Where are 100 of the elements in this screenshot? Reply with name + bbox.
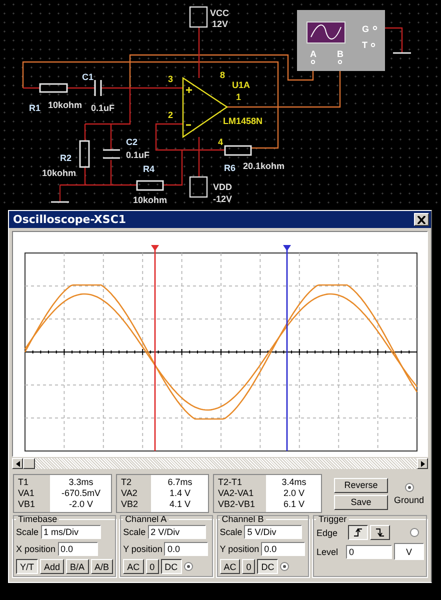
window-title: Oscilloscope-XSC1 (13, 213, 126, 226)
supply-value: 12V (212, 19, 228, 29)
component-label: C2 (126, 137, 138, 147)
scrollbar-thumb[interactable] (23, 458, 35, 469)
terminal-label: G (362, 24, 370, 34)
terminal-label: T (362, 40, 368, 50)
component-label: R4 (143, 164, 155, 174)
input-field[interactable]: 1 ms/Div (40, 525, 101, 539)
mode-button[interactable]: Y/T (16, 559, 38, 574)
field-label: Y position (123, 544, 162, 554)
component-value: 10kohm (42, 168, 76, 178)
close-icon (417, 216, 426, 224)
readout-value: 2.0 V (283, 488, 304, 499)
edge-button[interactable] (348, 525, 368, 540)
capacitor-symbol (102, 149, 121, 159)
ground-symbol (51, 184, 69, 203)
pin-number: 8 (220, 70, 226, 80)
radio-label: Ground (394, 494, 424, 504)
coupling-button[interactable]: DC (257, 559, 278, 574)
group-title: Channel A (124, 514, 168, 524)
component-label: R2 (60, 153, 72, 163)
readout-label: T2-T1 (218, 477, 244, 488)
readout-label: VA2-VA1 (218, 488, 255, 499)
capacitor-symbol (94, 79, 102, 97)
coupling-button[interactable]: AC (220, 559, 240, 574)
readout-value: -2.0 V (68, 499, 93, 510)
caret-left-icon (16, 460, 20, 466)
group-title: Channel B (220, 514, 265, 524)
terminal-pin (370, 42, 376, 48)
component-value: 0.1uF (126, 150, 150, 160)
input-field[interactable]: 0.0 (164, 542, 208, 556)
mode-button[interactable]: B/A (66, 559, 89, 574)
resistor-symbol (39, 83, 68, 93)
save-button[interactable]: Save (334, 494, 388, 510)
scroll-left-button[interactable] (12, 458, 23, 469)
unit-field[interactable]: V (394, 543, 424, 560)
readout-value: 3.4ms (282, 477, 306, 488)
field-label: Edge (316, 528, 338, 538)
readout-value: 3.3ms (68, 477, 94, 488)
supply-label: VCC (210, 8, 230, 18)
reverse-button[interactable]: Reverse (334, 478, 388, 492)
supply-value: -12V (213, 194, 232, 204)
field-label: X position (16, 544, 56, 554)
radio-button[interactable] (280, 562, 290, 571)
terminal-label: A (310, 49, 316, 59)
scrollbar[interactable] (12, 458, 428, 469)
pin-number: 3 (168, 74, 174, 84)
readout-label: VB2-VB1 (218, 499, 256, 510)
pin-number: 1 (236, 92, 242, 102)
falling-edge-icon (374, 527, 386, 538)
close-button[interactable] (414, 213, 429, 226)
input-field[interactable]: 0.0 (58, 542, 98, 556)
pin-number: 2 (168, 110, 174, 120)
field-label: Y position (220, 544, 260, 554)
supply-label: VDD (213, 182, 232, 192)
radio-button[interactable] (404, 482, 414, 492)
radio-button[interactable] (184, 562, 193, 571)
input-field[interactable]: 5 V/Div (244, 525, 302, 539)
input-field[interactable]: 0.0 (261, 542, 306, 556)
input-field[interactable]: 2 V/Div (148, 525, 206, 539)
coupling-button[interactable]: 0 (146, 559, 159, 574)
component-label: C1 (82, 72, 94, 82)
rising-edge-icon (352, 527, 364, 538)
time-cursor[interactable] (283, 245, 291, 451)
resistor-symbol (224, 145, 252, 156)
readout-value: 4.1 V (169, 499, 190, 510)
field-label: Scale (123, 527, 146, 537)
component-value: 10kohm (48, 100, 82, 110)
component-label: R6 (224, 163, 236, 173)
resistor-symbol (79, 140, 90, 168)
component-value: 10kohm (133, 195, 168, 205)
terminal-pin (310, 60, 316, 64)
readout-value: 6.1 V (283, 499, 304, 510)
input-field[interactable]: 0 (346, 544, 392, 558)
mode-button[interactable]: Add (40, 559, 64, 574)
power-supply-box (189, 6, 208, 28)
radio-button[interactable] (410, 528, 418, 537)
resistor-symbol (136, 180, 164, 191)
readout-label: VB1 (18, 499, 36, 510)
terminal-label: B (337, 49, 344, 59)
part-number: LM1458N (223, 116, 263, 126)
time-cursor[interactable] (151, 245, 159, 451)
power-supply-box (189, 176, 208, 198)
component-label: R1 (29, 103, 41, 113)
component-value: 20.1kohm (243, 161, 285, 171)
coupling-button[interactable]: DC (160, 559, 182, 574)
mode-button[interactable]: A/B (90, 559, 114, 574)
component-value: 0.1uF (91, 103, 115, 113)
scroll-right-button[interactable] (417, 458, 428, 469)
readout-value: 1.4 V (169, 488, 190, 499)
group-title: Trigger (317, 514, 348, 524)
readout-value: -670.5mV (61, 488, 101, 499)
caret-right-icon (420, 460, 424, 466)
coupling-button[interactable]: AC (123, 559, 144, 574)
terminal-pin (338, 60, 342, 64)
coupling-button[interactable]: 0 (242, 559, 256, 574)
readout-label: VB2 (121, 499, 140, 510)
field-label: Level (316, 546, 338, 556)
readout-label: VA1 (18, 488, 36, 499)
readout-label: T1 (18, 477, 30, 488)
